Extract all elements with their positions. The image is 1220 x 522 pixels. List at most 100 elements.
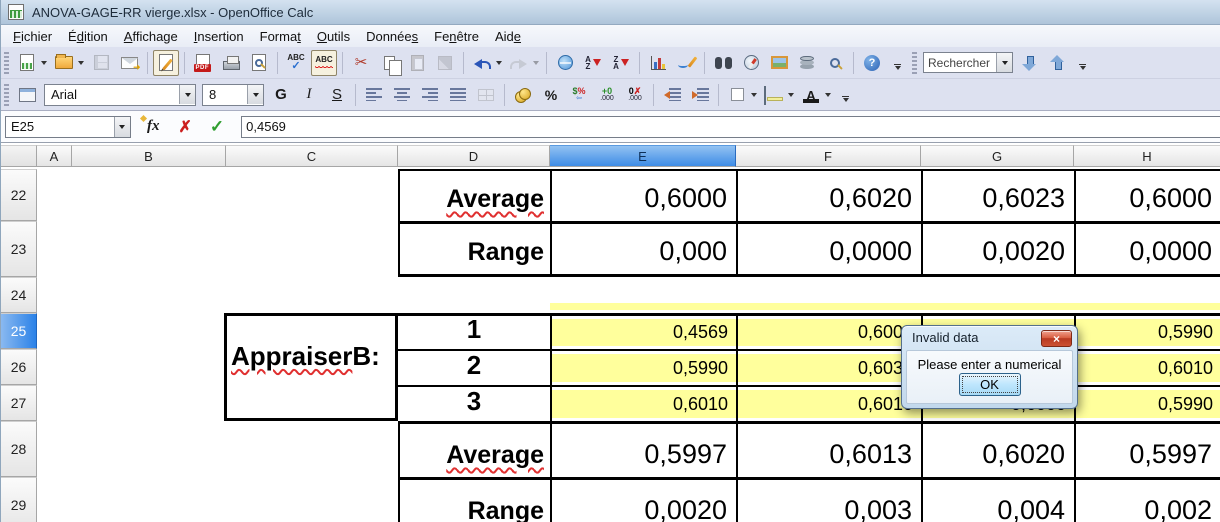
row-header-29[interactable]: 29 bbox=[1, 477, 37, 522]
cell-d23-range[interactable]: Range bbox=[398, 221, 550, 277]
select-all-corner[interactable] bbox=[1, 145, 37, 167]
borders-dropdown-arrow[interactable] bbox=[751, 92, 757, 97]
font-size-dropdown-button[interactable] bbox=[247, 85, 263, 104]
menu-outils[interactable]: Outils bbox=[309, 27, 358, 46]
cell-e25-active[interactable]: 0,4569 bbox=[550, 313, 736, 349]
cell-g23[interactable]: 0,0020 bbox=[921, 221, 1074, 277]
find-next-button[interactable] bbox=[1016, 50, 1042, 76]
cell-f22[interactable]: 0,6020 bbox=[736, 169, 921, 221]
column-header-h[interactable]: H bbox=[1074, 145, 1220, 167]
cell-h22[interactable]: 0,6000 bbox=[1074, 169, 1220, 221]
cell-g28[interactable]: 0,6020 bbox=[921, 421, 1074, 477]
ok-button[interactable]: OK bbox=[958, 373, 1021, 396]
find-previous-button[interactable] bbox=[1044, 50, 1070, 76]
row-header-26[interactable]: 26 bbox=[1, 349, 37, 385]
column-header-c[interactable]: C bbox=[226, 145, 398, 167]
menu-fichier[interactable]: Fichier bbox=[5, 27, 60, 46]
row-header-24[interactable]: 24 bbox=[1, 277, 37, 313]
dialog-close-button[interactable]: × bbox=[1041, 330, 1072, 347]
find-toolbar-overflow-button[interactable] bbox=[1077, 52, 1088, 74]
accept-icon[interactable]: ✓ bbox=[210, 117, 224, 137]
background-color-dropdown-arrow[interactable] bbox=[788, 92, 794, 97]
gallery-button[interactable] bbox=[766, 50, 792, 76]
cell-g29[interactable]: 0,004 bbox=[921, 477, 1074, 522]
search-dropdown-button[interactable] bbox=[996, 53, 1012, 72]
column-header-b[interactable]: B bbox=[72, 145, 226, 167]
align-center-button[interactable] bbox=[389, 82, 415, 108]
insert-chart-button[interactable] bbox=[645, 50, 671, 76]
undo-button[interactable] bbox=[469, 50, 495, 76]
search-input[interactable] bbox=[924, 54, 996, 71]
cell-e27[interactable]: 0,6010 bbox=[550, 385, 736, 421]
column-header-a[interactable]: A bbox=[37, 145, 72, 167]
decrease-indent-button[interactable] bbox=[659, 82, 685, 108]
function-wizard-icon[interactable]: fx bbox=[147, 118, 160, 135]
cell-e26[interactable]: 0,5990 bbox=[550, 349, 736, 385]
font-color-dropdown-arrow[interactable] bbox=[825, 92, 831, 97]
cell-h29[interactable]: 0,002 bbox=[1074, 477, 1220, 522]
reject-icon[interactable]: ✗ bbox=[178, 117, 191, 137]
zoom-button[interactable] bbox=[822, 50, 848, 76]
menu-affichage[interactable]: Affichage bbox=[116, 27, 186, 46]
cell-h27[interactable]: 0,5990 bbox=[1074, 385, 1220, 421]
open-button[interactable] bbox=[51, 50, 77, 76]
cell-d22-average[interactable]: Average bbox=[398, 169, 550, 221]
data-sources-button[interactable] bbox=[794, 50, 820, 76]
spellcheck-button[interactable]: ABC ✓ bbox=[283, 50, 309, 76]
cell-h26[interactable]: 0,6010 bbox=[1074, 349, 1220, 385]
save-button[interactable] bbox=[88, 50, 114, 76]
cell-f26[interactable]: 0,6030 bbox=[736, 349, 921, 385]
background-color-button[interactable] bbox=[761, 82, 787, 108]
align-justify-button[interactable] bbox=[445, 82, 471, 108]
align-right-button[interactable] bbox=[417, 82, 443, 108]
cell-d26-trial2[interactable]: 2 bbox=[398, 349, 550, 385]
toolbar-gripper[interactable] bbox=[4, 51, 9, 74]
menu-insertion[interactable]: Insertion bbox=[186, 27, 252, 46]
find-replace-button[interactable] bbox=[710, 50, 736, 76]
edit-mode-button[interactable] bbox=[153, 49, 179, 76]
menu-fenetre[interactable]: Fenêtre bbox=[426, 27, 487, 46]
row-header-22[interactable]: 22 bbox=[1, 169, 37, 221]
cell-h23[interactable]: 0,0000 bbox=[1074, 221, 1220, 277]
cell-f28[interactable]: 0,6013 bbox=[736, 421, 921, 477]
font-size-combobox[interactable]: 8 bbox=[202, 83, 264, 106]
bold-button[interactable]: G bbox=[268, 82, 294, 108]
row-header-28[interactable]: 28 bbox=[1, 421, 37, 477]
cell-e28[interactable]: 0,5997 bbox=[550, 421, 736, 477]
export-pdf-button[interactable]: PDF bbox=[190, 50, 216, 76]
page-preview-button[interactable] bbox=[246, 50, 272, 76]
merge-cells-button[interactable] bbox=[473, 82, 499, 108]
toolbar-overflow-button[interactable] bbox=[892, 52, 903, 74]
underline-button[interactable]: S bbox=[324, 82, 350, 108]
borders-button[interactable] bbox=[724, 82, 750, 108]
new-dropdown-arrow[interactable] bbox=[41, 60, 47, 65]
cell-e22[interactable]: 0,6000 bbox=[550, 169, 736, 221]
cell-f29[interactable]: 0,003 bbox=[736, 477, 921, 522]
cell-f23[interactable]: 0,0000 bbox=[736, 221, 921, 277]
cell-f27[interactable]: 0,6010 bbox=[736, 385, 921, 421]
styles-formatting-button[interactable] bbox=[14, 82, 40, 108]
add-decimal-button[interactable]: +0.000 bbox=[594, 82, 620, 108]
name-box[interactable]: E25 bbox=[5, 115, 131, 138]
menu-aide[interactable]: Aide bbox=[487, 27, 529, 46]
increase-indent-button[interactable] bbox=[687, 82, 713, 108]
draw-functions-button[interactable] bbox=[673, 50, 699, 76]
autospellcheck-button[interactable]: ABC bbox=[311, 49, 337, 76]
name-box-dropdown-button[interactable] bbox=[113, 116, 130, 137]
percent-format-button[interactable]: % bbox=[538, 82, 564, 108]
row-header-23[interactable]: 23 bbox=[1, 221, 37, 277]
new-document-button[interactable] bbox=[14, 50, 40, 76]
standard-format-button[interactable]: $% ⇦ bbox=[566, 82, 592, 108]
format-paintbrush-button[interactable] bbox=[432, 50, 458, 76]
cell-g22[interactable]: 0,6023 bbox=[921, 169, 1074, 221]
undo-dropdown-arrow[interactable] bbox=[496, 60, 502, 65]
navigator-button[interactable] bbox=[738, 50, 764, 76]
paste-button[interactable] bbox=[404, 50, 430, 76]
cell-f25[interactable]: 0,6000 bbox=[736, 313, 921, 349]
menu-format[interactable]: Format bbox=[252, 27, 309, 46]
sort-ascending-button[interactable]: AZ bbox=[580, 50, 606, 76]
delete-decimal-button[interactable]: 0✗ .000 bbox=[622, 82, 648, 108]
redo-dropdown-arrow[interactable] bbox=[533, 60, 539, 65]
cell-d29-range[interactable]: Range bbox=[398, 477, 550, 522]
formula-input[interactable] bbox=[241, 115, 1220, 138]
